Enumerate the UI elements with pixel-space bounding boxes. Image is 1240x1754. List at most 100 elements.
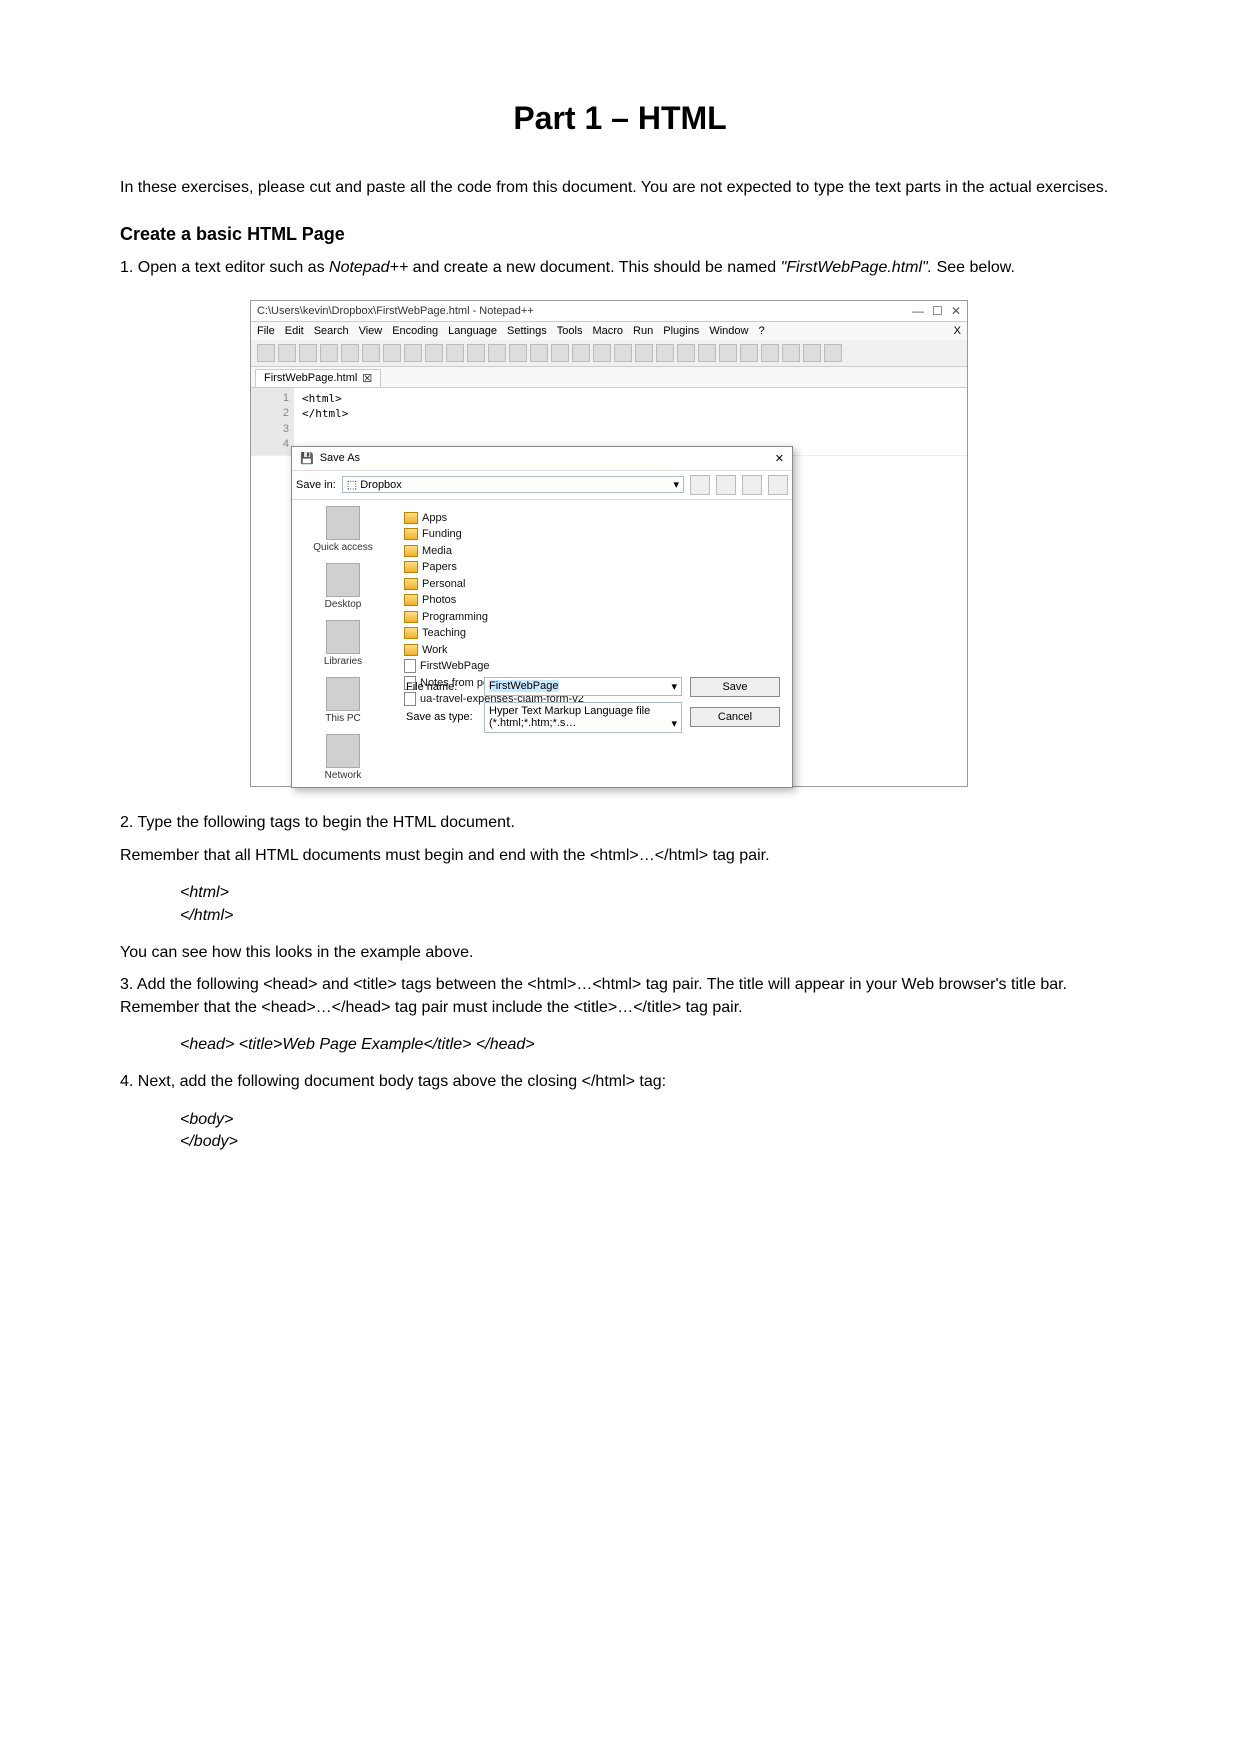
- save-button[interactable]: Save: [690, 677, 780, 697]
- menu-bar: File Edit Search View Encoding Language …: [251, 322, 967, 340]
- tab-label: FirstWebPage.html: [264, 372, 357, 385]
- menu-help[interactable]: ?: [758, 325, 764, 337]
- menu-settings[interactable]: Settings: [507, 325, 547, 337]
- menu-run[interactable]: Run: [633, 325, 653, 337]
- back-icon[interactable]: [690, 475, 710, 495]
- cut-icon[interactable]: [404, 344, 422, 362]
- folder-item[interactable]: Programming: [404, 609, 782, 626]
- folder-icon: [404, 644, 418, 656]
- line-num: 4: [254, 437, 289, 452]
- playback-icon[interactable]: [782, 344, 800, 362]
- cancel-button[interactable]: Cancel: [690, 707, 780, 727]
- folder-icon: [404, 512, 418, 524]
- folder-name: Work: [422, 644, 447, 656]
- sidebar-network[interactable]: Network: [298, 734, 388, 781]
- disk-icon: 💾: [300, 452, 314, 465]
- paste-icon[interactable]: [446, 344, 464, 362]
- sidebar-label: Network: [298, 770, 388, 781]
- maximize-icon[interactable]: ☐: [932, 304, 943, 318]
- filename-input[interactable]: FirstWebPage▾: [484, 677, 682, 696]
- find-icon[interactable]: [509, 344, 527, 362]
- folder-name: Apps: [422, 512, 447, 524]
- folder-item[interactable]: Photos: [404, 592, 782, 609]
- savein-dropdown[interactable]: ⬚ Dropbox ▾: [342, 476, 684, 493]
- thispc-icon: [326, 677, 360, 711]
- minimize-icon[interactable]: —: [912, 304, 924, 318]
- sidebar-thispc[interactable]: This PC: [298, 677, 388, 724]
- folder-name: Funding: [422, 528, 462, 540]
- open-icon[interactable]: [278, 344, 296, 362]
- menu-file[interactable]: File: [257, 325, 275, 337]
- close-file-icon[interactable]: [341, 344, 359, 362]
- dialog-title: Save As: [320, 452, 775, 464]
- network-icon: [326, 734, 360, 768]
- intro-paragraph: In these exercises, please cut and paste…: [120, 177, 1120, 199]
- savemacro-icon[interactable]: [803, 344, 821, 362]
- close-icon[interactable]: ✕: [951, 304, 961, 318]
- folder-icon: [404, 594, 418, 606]
- menu-window[interactable]: Window: [709, 325, 748, 337]
- sidebar-desktop[interactable]: Desktop: [298, 563, 388, 610]
- menu-encoding[interactable]: Encoding: [392, 325, 438, 337]
- monitor-icon[interactable]: [824, 344, 842, 362]
- zoomin-icon[interactable]: [551, 344, 569, 362]
- folder-item[interactable]: Personal: [404, 576, 782, 593]
- menu-x[interactable]: X: [954, 325, 961, 337]
- stop-icon[interactable]: [761, 344, 779, 362]
- sidebar-libraries[interactable]: Libraries: [298, 620, 388, 667]
- file-list[interactable]: Apps Funding Media Papers Personal Photo…: [400, 504, 786, 671]
- menu-tools[interactable]: Tools: [557, 325, 583, 337]
- file-name: FirstWebPage: [420, 660, 490, 672]
- notepad-screenshot: C:\Users\kevin\Dropbox\FirstWebPage.html…: [250, 300, 968, 788]
- sync-icon[interactable]: [593, 344, 611, 362]
- chevron-down-icon: ▾: [671, 680, 677, 693]
- folder-item[interactable]: Teaching: [404, 625, 782, 642]
- record-icon[interactable]: [719, 344, 737, 362]
- up-icon[interactable]: [716, 475, 736, 495]
- indent-icon[interactable]: [656, 344, 674, 362]
- folder-item[interactable]: Work: [404, 642, 782, 659]
- tab-firstwebpage[interactable]: FirstWebPage.html ☒: [255, 369, 381, 387]
- folder-item[interactable]: Papers: [404, 559, 782, 576]
- closeall-icon[interactable]: [362, 344, 380, 362]
- folder-item[interactable]: Apps: [404, 510, 782, 527]
- save-icon[interactable]: [299, 344, 317, 362]
- fold-icon[interactable]: [677, 344, 695, 362]
- folder-name: Teaching: [422, 627, 466, 639]
- menu-edit[interactable]: Edit: [285, 325, 304, 337]
- new-icon[interactable]: [257, 344, 275, 362]
- menu-plugins[interactable]: Plugins: [663, 325, 699, 337]
- allchars-icon[interactable]: [635, 344, 653, 362]
- dialog-close-icon[interactable]: ✕: [775, 452, 784, 465]
- undo-icon[interactable]: [467, 344, 485, 362]
- replace-icon[interactable]: [530, 344, 548, 362]
- saveastype-dropdown[interactable]: Hyper Text Markup Language file (*.html;…: [484, 702, 682, 733]
- line-num: 2: [254, 406, 289, 421]
- views-icon[interactable]: [768, 475, 788, 495]
- savein-value: Dropbox: [360, 479, 402, 491]
- code-line: <html>: [180, 882, 1120, 904]
- newfolder-icon[interactable]: [742, 475, 762, 495]
- tab-close-icon[interactable]: ☒: [362, 372, 372, 385]
- redo-icon[interactable]: [488, 344, 506, 362]
- folder-name: Papers: [422, 561, 457, 573]
- menu-search[interactable]: Search: [314, 325, 349, 337]
- folder-item[interactable]: Funding: [404, 526, 782, 543]
- saveastype-value: Hyper Text Markup Language file (*.html;…: [489, 705, 650, 729]
- print-icon[interactable]: [383, 344, 401, 362]
- code-line: <head> <title>Web Page Example</title> <…: [180, 1034, 1120, 1056]
- page-title: Part 1 – HTML: [120, 100, 1120, 137]
- saveall-icon[interactable]: [320, 344, 338, 362]
- play-icon[interactable]: [740, 344, 758, 362]
- zoomout-icon[interactable]: [572, 344, 590, 362]
- menu-view[interactable]: View: [359, 325, 383, 337]
- step-2a: 2. Type the following tags to begin the …: [120, 812, 1120, 834]
- copy-icon[interactable]: [425, 344, 443, 362]
- folder-icon: [404, 578, 418, 590]
- menu-language[interactable]: Language: [448, 325, 497, 337]
- folder-item[interactable]: Media: [404, 543, 782, 560]
- menu-macro[interactable]: Macro: [592, 325, 623, 337]
- sidebar-quickaccess[interactable]: Quick access: [298, 506, 388, 553]
- wordwrap-icon[interactable]: [614, 344, 632, 362]
- unfold-icon[interactable]: [698, 344, 716, 362]
